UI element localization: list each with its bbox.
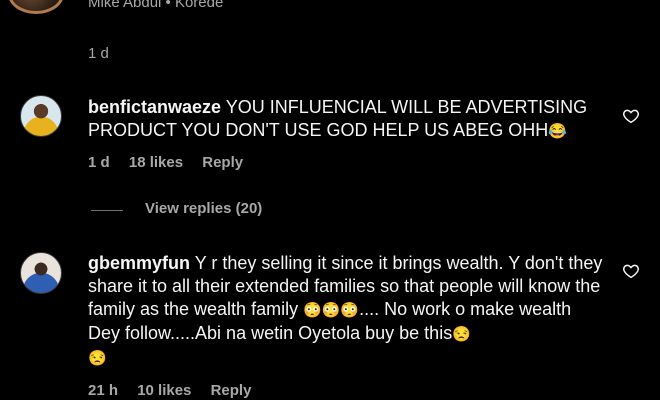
unamused-emoji: 😒 bbox=[88, 350, 107, 367]
previous-commenter-avatar[interactable] bbox=[8, 0, 64, 14]
heart-icon[interactable] bbox=[622, 107, 640, 125]
likes-count[interactable]: 10 likes bbox=[137, 382, 191, 399]
view-replies-button[interactable]: View replies (20) bbox=[145, 200, 262, 217]
comment-time: 21 h bbox=[88, 382, 119, 399]
previous-comment-time: 1 d bbox=[88, 45, 109, 62]
comment-meta: 21 h 10 likes Reply bbox=[88, 382, 266, 399]
laughing-emoji: 😂 bbox=[548, 123, 567, 140]
comment-benfictanwaeze: benfictanwaeze YOU INFLUENCIAL WILL BE A… bbox=[88, 96, 608, 143]
username-gbemmyfun[interactable]: gbemmyfun bbox=[88, 253, 190, 273]
likes-count[interactable]: 18 likes bbox=[129, 154, 183, 171]
comment-gbemmyfun: gbemmyfun Y r they selling it since it b… bbox=[88, 252, 608, 370]
replies-divider bbox=[91, 210, 123, 211]
comment-time: 1 d bbox=[88, 154, 110, 171]
comment-meta: 1 d 18 likes Reply bbox=[88, 154, 258, 171]
avatar-gbemmyfun[interactable] bbox=[20, 252, 62, 294]
previous-reply-names: Mike Abdul • Korede bbox=[88, 0, 224, 11]
username-benfictanwaeze[interactable]: benfictanwaeze bbox=[88, 97, 221, 117]
flushed-emoji: 😳😳😳 bbox=[303, 302, 360, 319]
unamused-emoji: 😒 bbox=[452, 326, 471, 343]
reply-button[interactable]: Reply bbox=[202, 154, 243, 171]
heart-icon[interactable] bbox=[622, 262, 640, 280]
reply-button[interactable]: Reply bbox=[211, 382, 252, 399]
avatar-benfictanwaeze[interactable] bbox=[20, 95, 62, 137]
